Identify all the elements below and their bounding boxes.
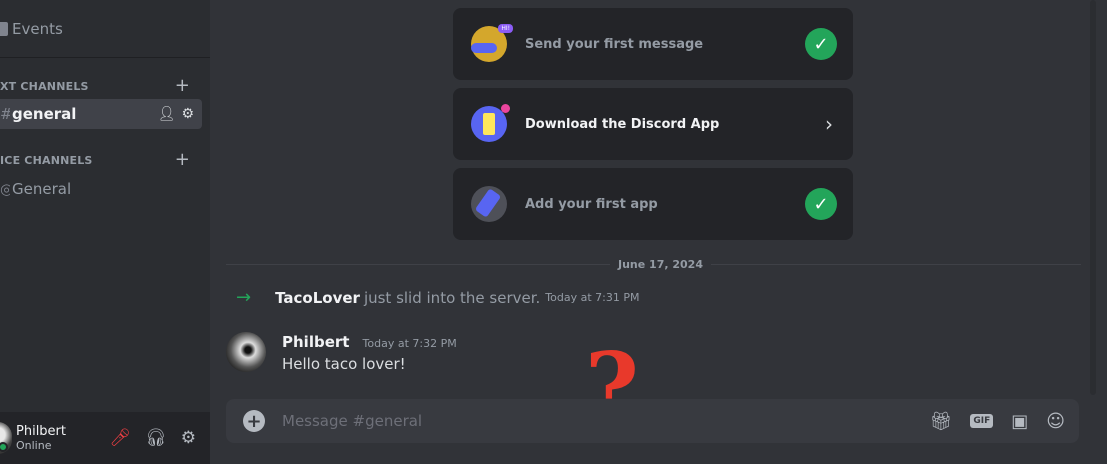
- emoji-icon[interactable]: ☺: [1046, 411, 1065, 432]
- hash-icon: #: [0, 105, 10, 123]
- create-voice-channel-icon[interactable]: +: [175, 151, 190, 169]
- hi-badge: HI!: [498, 24, 513, 33]
- channel-sidebar: Events XT CHANNELS + # general 👤︎ ⚙ ICE …: [0, 0, 210, 464]
- gif-icon[interactable]: GIF: [970, 414, 994, 428]
- chevron-right-icon: ›: [825, 112, 833, 136]
- channel-general-label: general: [12, 105, 77, 123]
- card-title: Add your first app: [525, 196, 658, 212]
- join-username[interactable]: TacoLover: [275, 289, 360, 307]
- checkmark-icon: ✓: [805, 28, 837, 60]
- gift-icon[interactable]: 🎁︎: [929, 411, 952, 432]
- create-text-channel-icon[interactable]: +: [175, 77, 190, 95]
- voice-channels-category[interactable]: ICE CHANNELS +: [0, 150, 200, 170]
- online-status-dot: [0, 442, 8, 452]
- join-text: just slid into the server.: [363, 288, 541, 307]
- checkmark-icon: ✓: [805, 188, 837, 220]
- channel-voice-label: General: [12, 180, 72, 198]
- message-input[interactable]: Message #general: [282, 412, 422, 430]
- onboarding-card-add-app[interactable]: Add your first app ✓: [453, 168, 853, 240]
- channel-voice-general[interactable]: ◎ General: [0, 174, 202, 204]
- join-message: → TacoLover just slid into the server. T…: [236, 287, 639, 308]
- calendar-icon: [0, 22, 8, 36]
- headphones-icon[interactable]: 🎧︎: [145, 428, 167, 448]
- user-settings-icon[interactable]: ⚙: [181, 428, 196, 448]
- chat-message: Philbert Today at 7:32 PM Hello taco lov…: [226, 332, 457, 373]
- join-timestamp: Today at 7:31 PM: [545, 291, 640, 304]
- message-author[interactable]: Philbert: [282, 333, 349, 351]
- onboarding-card-download-app[interactable]: Download the Discord App ›: [453, 88, 853, 160]
- scrollbar-track[interactable]: [1090, 0, 1096, 395]
- message-composer[interactable]: + Message #general 🎁︎ GIF ▣ ☺: [226, 399, 1079, 443]
- microphone-muted-icon[interactable]: 🎤︎: [110, 428, 132, 448]
- sticker-icon[interactable]: ▣: [1011, 411, 1028, 432]
- user-status: Online: [16, 439, 52, 452]
- onboarding-card-send-message[interactable]: HI! Send your first message ✓: [453, 8, 853, 80]
- date-divider: June 17, 2024: [610, 258, 711, 271]
- user-avatar[interactable]: [0, 422, 12, 454]
- upload-plus-icon[interactable]: +: [243, 410, 265, 432]
- phone-icon: [471, 104, 510, 142]
- card-title: Download the Discord App: [525, 116, 720, 132]
- user-panel: Philbert Online 🎤︎ 🎧︎ ⚙: [0, 412, 210, 464]
- text-channels-category[interactable]: XT CHANNELS +: [0, 76, 200, 96]
- voice-category-label: ICE CHANNELS: [0, 153, 93, 167]
- message-text: Hello taco lover!: [282, 355, 406, 373]
- channel-general[interactable]: # general 👤︎ ⚙: [0, 99, 202, 129]
- invite-member-icon[interactable]: 👤︎: [158, 106, 176, 122]
- user-name: Philbert: [16, 424, 66, 439]
- speaker-icon: ◎: [0, 180, 10, 198]
- avatar[interactable]: [226, 332, 266, 372]
- sidebar-divider: [0, 57, 210, 58]
- message-icon: HI!: [471, 24, 513, 62]
- wrench-icon: [471, 186, 507, 222]
- card-title: Send your first message: [525, 36, 704, 52]
- message-timestamp: Today at 7:32 PM: [362, 337, 457, 350]
- arrow-right-icon: →: [236, 287, 252, 308]
- events-label: Events: [12, 20, 63, 38]
- channel-settings-icon[interactable]: ⚙: [181, 106, 194, 122]
- events-item[interactable]: Events: [0, 14, 200, 44]
- text-category-label: XT CHANNELS: [0, 79, 89, 93]
